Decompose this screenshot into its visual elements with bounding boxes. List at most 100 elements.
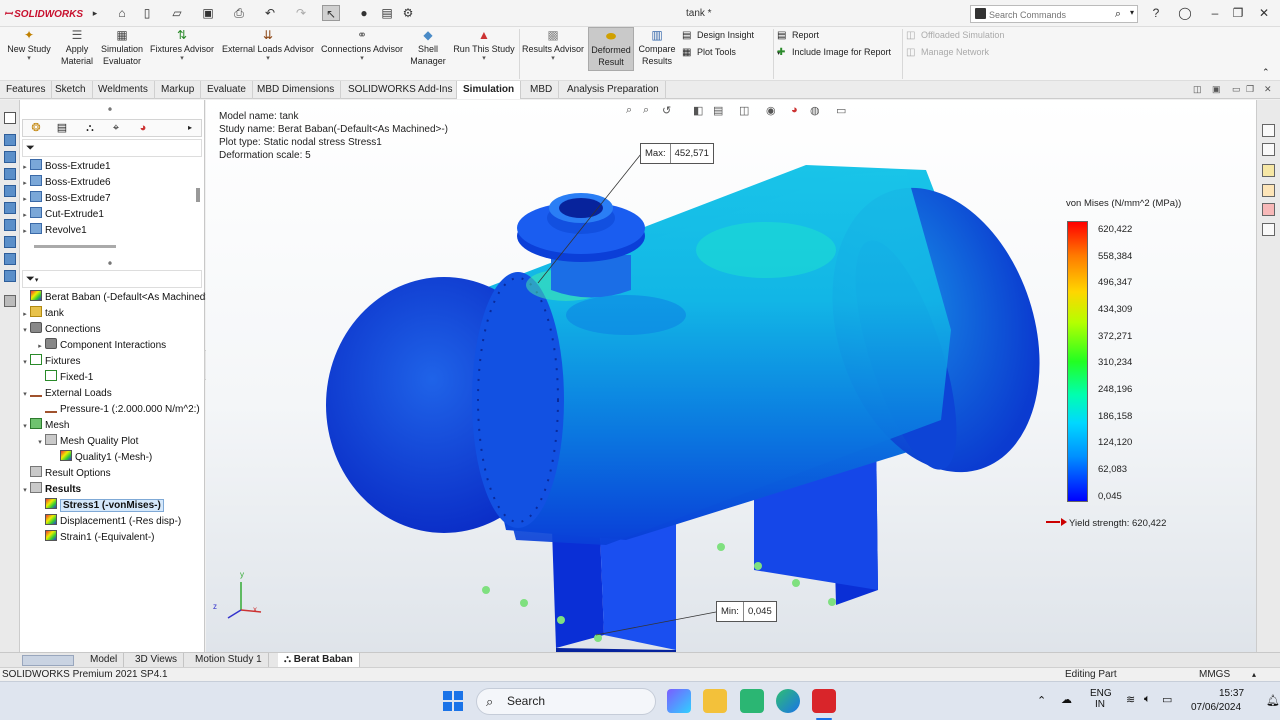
pin-icon[interactable] [4,112,16,124]
tab-evaluate[interactable]: Evaluate [201,81,253,99]
tray-overflow-icon[interactable]: ⌃ [1037,694,1046,707]
configuration-manager-tab-icon[interactable]: ⛬ [83,122,97,134]
view-cube-icon[interactable] [4,253,16,265]
fixtures-advisor-button[interactable]: ⇅ Fixtures Advisor ▾ [148,29,216,63]
dimxpert-tab-icon[interactable]: ⌖ [109,122,123,134]
tree-item-tank[interactable]: ▸ tank [20,306,64,322]
tree-item-connections[interactable]: ▾ Connections [20,322,101,338]
design-library-icon[interactable] [1262,143,1275,156]
undo-icon[interactable]: ↶ [261,5,279,21]
view-cube-icon[interactable] [4,236,16,248]
battery-icon[interactable]: ▭ [1162,693,1172,706]
search-commands-box[interactable]: ⌕ ▾ [970,5,1138,23]
restore-icon[interactable]: ❐ [1228,5,1248,21]
feature-manager-tab-icon[interactable]: ❂ [29,122,43,134]
display-manager-tab-icon[interactable]: ◕ [136,122,150,134]
viewport-maximize-icon[interactable]: ❐ [1246,84,1254,95]
tab-features[interactable]: Features [0,81,53,99]
print-icon[interactable]: ⎙ [230,5,248,21]
feature-tree-filter[interactable]: ⏷ [22,139,202,157]
include-image-for-report-button[interactable]: ✚ Include Image for Report [777,47,891,58]
copilot-icon[interactable] [667,689,691,713]
volume-icon[interactable]: 🔈︎ [1144,693,1151,706]
unit-dropdown-icon[interactable]: ▴ [1252,668,1256,681]
tree-item-boss-extrude6[interactable]: ▸ Boss-Extrude6 [20,175,111,191]
min-callout[interactable]: Min: 0,045 [716,601,777,622]
design-insight-button[interactable]: ▤ Design Insight [682,30,754,41]
clock-time[interactable]: 15:37 [1219,688,1244,699]
tree-item-mesh[interactable]: ▾ Mesh [20,418,69,434]
tab-solidworks-add-ins[interactable]: SOLIDWORKS Add-Ins [342,81,460,99]
menu-arrow-icon[interactable]: ▸ [86,5,104,21]
file-explorer-icon[interactable] [703,689,727,713]
select-pointer-icon[interactable]: ↖ [322,5,340,21]
redo-icon[interactable]: ↷ [292,5,310,21]
tree-item-cut-extrude1[interactable]: ▸ Cut-Extrude1 [20,207,104,223]
tab-mbd[interactable]: MBD [524,81,560,99]
manage-network-button[interactable]: ◫ Manage Network [906,47,989,58]
max-callout[interactable]: Max: 452,571 [640,143,714,164]
tree-item-component-interactions[interactable]: ▸ Component Interactions [35,338,166,354]
tab-analysis-preparation[interactable]: Analysis Preparation [561,81,666,99]
viewport-minimize-icon[interactable]: ▭ [1232,84,1241,95]
study-tree-filter[interactable]: ⏷▾ [22,270,202,288]
report-button[interactable]: ▤ Report [777,30,819,41]
solidworks-taskbar-icon[interactable] [812,689,836,713]
file-explorer-icon[interactable] [1262,164,1275,177]
tree-item-strain1[interactable]: Strain1 (-Equivalent-) [35,530,154,546]
tree-item-result-options[interactable]: Result Options [20,466,111,482]
wifi-icon[interactable]: ≋ [1126,693,1135,706]
tree-tabs-more-icon[interactable]: ▸ [183,122,197,134]
apply-material-button[interactable]: ☰ Apply Material [57,29,97,67]
viewport-tile-icon[interactable]: ▣ [1212,84,1221,95]
close-icon[interactable]: ✕ [1254,5,1274,21]
edge-browser-icon[interactable] [776,689,800,713]
tab-3d-views[interactable]: 3D Views [129,653,185,668]
windows-start-icon[interactable] [443,691,463,711]
tree-item-stress1[interactable]: Stress1 (-vonMises-) [35,498,164,514]
compare-results-button[interactable]: ▥ Compare Results [637,29,677,67]
view-cube-icon[interactable] [4,219,16,231]
tab-scroll-buttons[interactable] [22,655,74,666]
tab-model[interactable]: Model [84,653,125,668]
traffic-light-icon[interactable]: ● [355,5,373,21]
plot-tools-button[interactable]: ▦ Plot Tools ▾ [682,47,780,58]
viewport-close-icon[interactable]: ✕ [1264,84,1272,95]
options-gear-icon[interactable]: ⚙ [399,5,417,21]
notification-bell-icon[interactable]: 🔔︎ [1266,694,1280,707]
offloaded-simulation-button[interactable]: ◫ Offloaded Simulation [906,30,1004,41]
tree-item-quality1[interactable]: Quality1 (-Mesh-) [50,450,152,466]
help-icon[interactable]: ? [1146,5,1166,21]
tree-item-external-loads[interactable]: ▾ External Loads [20,386,112,402]
tree-item-boss-extrude7[interactable]: ▸ Boss-Extrude7 [20,191,111,207]
clock-date[interactable]: 07/06/2024 [1191,702,1241,713]
custom-properties-icon[interactable] [1262,223,1275,236]
minimize-icon[interactable]: – [1205,5,1225,21]
view-cube-icon[interactable] [4,202,16,214]
tree-item-pressure1[interactable]: Pressure-1 (:2.000.000 N/m^2:) [35,402,200,418]
tank-stress-model[interactable] [206,100,1256,652]
vertical-scrollbar[interactable] [196,188,200,202]
save-icon[interactable]: ▣ [199,5,217,21]
chevron-down-icon[interactable]: ▾ [1130,8,1134,17]
viewport-restore-icon[interactable]: ◫ [1193,84,1202,95]
open-folder-icon[interactable]: ▱ [168,5,186,21]
sensor-icon[interactable] [4,295,16,307]
language-indicator[interactable]: ENG IN [1090,688,1112,710]
splitter-handle[interactable]: ⦁ [108,104,112,114]
rebuild-icon[interactable]: ▤ [378,5,396,21]
tree-item-boss-extrude1[interactable]: ▸ Boss-Extrude1 [20,159,111,175]
tab-markup[interactable]: Markup [155,81,202,99]
tree-item-fixtures[interactable]: ▾ Fixtures [20,354,81,370]
study-root[interactable]: Berat Baban (-Default<As Machined> [20,290,211,306]
shell-manager-button[interactable]: ◆ Shell Manager [410,29,446,67]
tab-sketch[interactable]: Sketch [49,81,93,99]
search-input[interactable] [989,8,1109,21]
appearances-icon[interactable] [1262,203,1275,216]
run-this-study-button[interactable]: ▲ Run This Study ▾ [451,29,517,63]
simulation-evaluator-button[interactable]: ▦ Simulation Evaluator [99,29,145,67]
search-mode-icon[interactable] [975,8,986,19]
tab-weldments[interactable]: Weldments [92,81,155,99]
user-icon[interactable]: ◯ [1175,5,1195,21]
ribbon-collapse-icon[interactable]: ⌃ [1262,67,1270,78]
